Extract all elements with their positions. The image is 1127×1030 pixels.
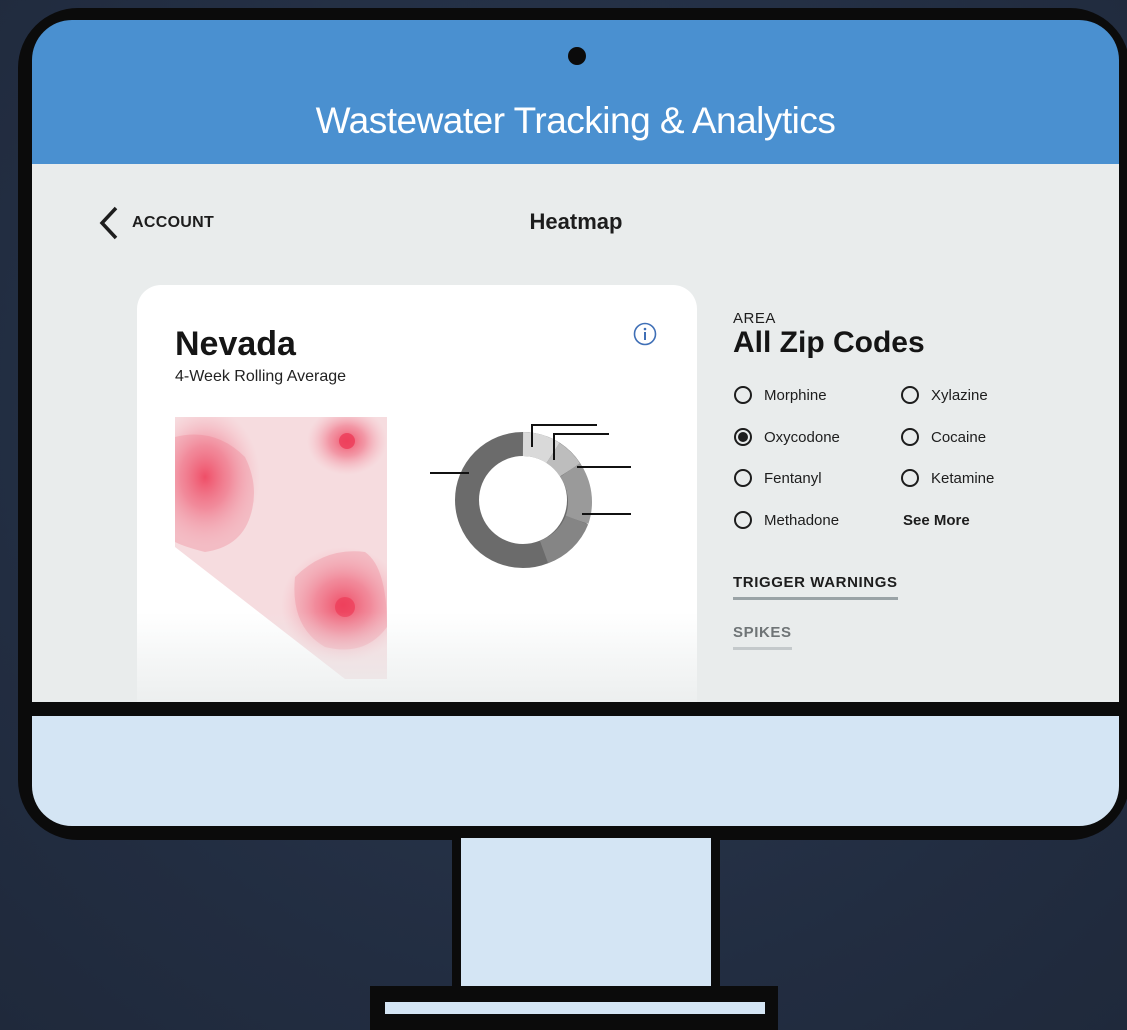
radio-circle-selected <box>734 428 752 446</box>
state-summary-card: Nevada 4-Week Rolling Average <box>137 285 697 702</box>
screen-bezel-line <box>32 702 1119 716</box>
camera-dot <box>568 47 586 65</box>
radio-morphine[interactable]: Morphine <box>734 386 827 404</box>
back-to-account-button[interactable]: ACCOUNT <box>98 206 214 240</box>
card-fade <box>137 612 697 702</box>
back-label: ACCOUNT <box>132 214 215 231</box>
monitor-stand-neck <box>452 838 720 988</box>
info-icon[interactable] <box>633 322 657 351</box>
radio-methadone[interactable]: Methadone <box>734 511 839 529</box>
radio-circle <box>901 386 919 404</box>
card-subtitle: 4-Week Rolling Average <box>175 368 347 385</box>
radio-label: Xylazine <box>931 386 988 404</box>
app-title: Wastewater Tracking & Analytics <box>315 100 836 141</box>
see-more-link[interactable]: See More <box>903 512 970 529</box>
radio-label: Cocaine <box>931 428 987 446</box>
radio-label: Ketamine <box>931 469 995 487</box>
radio-label: Morphine <box>764 386 827 404</box>
spikes-link[interactable]: SPIKES <box>733 624 792 650</box>
radio-circle <box>901 428 919 446</box>
state-name: Nevada <box>175 325 296 363</box>
monitor-stand-base-highlight <box>385 1002 765 1014</box>
radio-circle <box>901 469 919 487</box>
radio-fentanyl[interactable]: Fentanyl <box>734 469 822 487</box>
trigger-warnings-link[interactable]: TRIGGER WARNINGS <box>733 574 898 600</box>
radio-circle <box>734 511 752 529</box>
radio-xylazine[interactable]: Xylazine <box>901 386 988 404</box>
radio-label: Fentanyl <box>764 469 822 487</box>
monitor-chin <box>32 716 1119 826</box>
radio-circle <box>734 386 752 404</box>
area-label: AREA <box>733 310 776 327</box>
radio-circle <box>734 469 752 487</box>
radio-ketamine[interactable]: Ketamine <box>901 469 994 487</box>
radio-cocaine[interactable]: Cocaine <box>901 428 986 446</box>
radio-label: Oxycodone <box>764 428 840 446</box>
page-title: Heatmap <box>529 209 623 234</box>
radio-oxycodone[interactable]: Oxycodone <box>734 428 840 446</box>
radio-label: Methadone <box>764 511 840 529</box>
chevron-left-icon <box>98 206 120 240</box>
area-selector[interactable]: All Zip Codes <box>733 326 925 360</box>
substance-donut-chart <box>430 424 631 568</box>
app-header-bar <box>32 20 1119 164</box>
